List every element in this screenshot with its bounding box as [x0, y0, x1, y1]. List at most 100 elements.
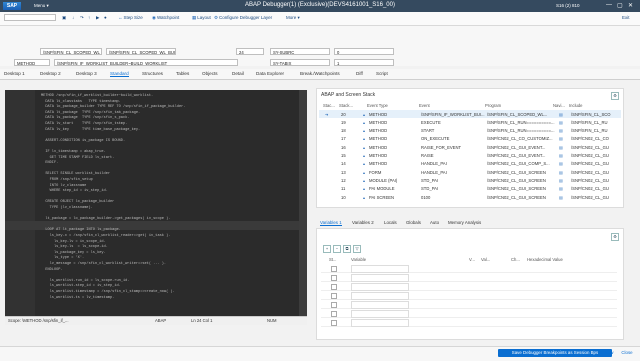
stack-col-stac[interactable]: Stac... [323, 103, 335, 108]
tab-locals[interactable]: Locals [384, 220, 397, 225]
variable-name-input[interactable] [351, 310, 409, 318]
var-copy-icon[interactable]: ⧉ [343, 245, 351, 253]
command-field[interactable] [4, 14, 56, 21]
tab-data-explorer[interactable]: Data Explorer [256, 71, 284, 76]
code-line[interactable]: WHERE step_id = iv_step_id. [41, 189, 108, 193]
variable-row[interactable] [321, 310, 617, 318]
code-line[interactable]: ls_worklist-timestamp = /snp/sfin_cl_sta… [41, 290, 175, 294]
variable-name-input[interactable] [351, 274, 409, 282]
variable-row[interactable] [321, 319, 617, 327]
var-settings-icon[interactable]: ⚙ [611, 233, 619, 241]
code-line[interactable]: ls_worklist-run_id = ls_scope-run_id. [41, 279, 130, 283]
code-line[interactable]: ls_key-ls = ls_scope-id. [41, 245, 108, 249]
var-delete-icon[interactable]: − [333, 245, 341, 253]
tab-variables-2[interactable]: Variables 2 [352, 220, 374, 225]
variable-row-checkbox[interactable] [331, 320, 337, 326]
save-icon[interactable]: ▣ [62, 15, 66, 21]
code-line[interactable]: ls_key-x = /snp/sfin_cl_worklist_reader=… [41, 234, 171, 238]
watchpoint-button[interactable]: ◉Watchpoint [152, 15, 179, 21]
sysvar2-value[interactable]: 1 [334, 59, 394, 66]
variable-row[interactable] [321, 274, 617, 282]
variable-row[interactable] [321, 301, 617, 309]
var-add-icon[interactable]: + [323, 245, 331, 253]
stack-col-navi[interactable]: Navi... [553, 103, 565, 108]
code-line[interactable]: SELECT SINGLE worklist_builder [41, 172, 110, 176]
stack-row[interactable]: 12 ▴ MODULE (PAI) STD_PAI/SNP/CN02_CL_GUI_S… [319, 176, 621, 184]
code-line[interactable]: METHOD /snp/sfin_if_worklist_builder~bui… [41, 94, 153, 98]
variable-row-checkbox[interactable] [331, 302, 337, 308]
code-line[interactable]: DATA lo_package_builder TYPE REF TO /snp… [41, 105, 185, 109]
code-line[interactable]: DATA ls_package TYPE /snp/sfin_s_pack. [41, 116, 129, 120]
tab-desktop-1[interactable]: Desktop 1 [4, 71, 25, 76]
sysvar1-value[interactable]: 0 [334, 48, 394, 55]
stack-row[interactable]: 17 ▴ METHOD ON_EXECUTE/SNP/CN02_CL_CO_CUSTO… [319, 135, 621, 143]
stack-row[interactable]: ➔ 20 ▴ METHOD/SNP/SFIN_IF_WORKLIST_BUI.../S… [319, 110, 621, 118]
tab-structures[interactable]: Structures [142, 71, 163, 76]
tab-standard[interactable]: Standard [110, 71, 129, 77]
code-line[interactable]: CREATE OBJECT lo_package_builder [41, 200, 114, 204]
continue-icon[interactable]: ▶ [96, 15, 99, 21]
event-type-field[interactable]: METHOD [14, 59, 50, 66]
tab-script[interactable]: Script [376, 71, 388, 76]
tab-auto[interactable]: Auto [430, 220, 439, 225]
stack-row[interactable]: 15 ▴ METHOD RAISE/SNP/CN02_CL_GUI_EVENT... ▤… [319, 152, 621, 160]
code-line[interactable]: ls_key-lv = iv_scope_id. [41, 240, 106, 244]
code-line[interactable]: FROM /snp/sfin_setup [41, 178, 93, 182]
tab-memory-analysis[interactable]: Memory Analysis [448, 220, 481, 225]
maximize-icon[interactable]: ▢ [617, 2, 623, 9]
sysvar1-field[interactable]: SY-SUBRC [270, 48, 330, 55]
stack-col-program[interactable]: Program [485, 103, 501, 108]
new-button[interactable]: New [602, 349, 616, 357]
stack-row[interactable]: 18 ▴ METHOD START/SNP/SFIN_CL_RUN==========… [319, 127, 621, 135]
exit-button[interactable]: Exit [622, 15, 630, 20]
code-line[interactable]: ls_package_key = ls_key. [41, 251, 106, 255]
tab-variables-1[interactable]: Variables 1 [320, 220, 342, 226]
tab-diff[interactable]: Diff [356, 71, 363, 76]
minimize-icon[interactable]: — [606, 2, 612, 8]
close-icon[interactable]: ✕ [628, 2, 633, 9]
tab-desktop-2[interactable]: Desktop 2 [40, 71, 61, 76]
tab-breakpoints[interactable]: Break./Watchpoints [300, 71, 340, 76]
stack-col-stack[interactable]: Stack... [339, 103, 353, 108]
code-line[interactable]: DATA lt_package TYPE /snp/sfin_tab_packa… [41, 111, 140, 115]
layout-button[interactable]: ▦Layout [192, 15, 211, 21]
breakpoint-icon[interactable]: ● [104, 15, 107, 20]
save-breakpoints-button[interactable]: Save Debugger Breakpoints as Session Bps [498, 349, 612, 357]
var-col-status[interactable]: St... [329, 257, 336, 262]
tab-globals[interactable]: Globals [406, 220, 421, 225]
step-into-icon[interactable]: ↓ [72, 15, 74, 20]
code-line[interactable]: IF lv_timestamp = abap_true. [41, 150, 105, 154]
var-col-value[interactable]: Val... [481, 257, 490, 262]
tab-desktop-3[interactable]: Desktop 3 [76, 71, 97, 76]
more-button[interactable]: More ▾ [286, 15, 300, 21]
code-line[interactable]: ENDIF. [41, 161, 58, 165]
variable-row-checkbox[interactable] [331, 275, 337, 281]
var-col-variable[interactable]: Variable [351, 257, 366, 262]
code-line[interactable]: ENDLOOP. [41, 268, 62, 272]
variable-row[interactable] [321, 283, 617, 291]
step-over-icon[interactable]: ↷ [80, 15, 84, 21]
variable-row-checkbox[interactable] [331, 311, 337, 317]
code-line[interactable]: TYPE (lv_classname). [41, 206, 93, 210]
sysvar2-field[interactable]: SY-TABIX [270, 59, 330, 66]
stack-row[interactable]: 14 ▴ METHOD HANDLE_PAI/SNP/CN02_CL_GUI_COMP… [319, 160, 621, 168]
close-button[interactable]: Close [618, 349, 636, 357]
code-line[interactable]: GET TIME STAMP FIELD lv_start. [41, 156, 115, 160]
line-field[interactable]: 24 [236, 48, 264, 55]
code-line[interactable]: ASSERT-CONDITION is_package IS BOUND. [41, 139, 125, 143]
var-filter-icon[interactable]: ▽ [353, 245, 361, 253]
event-field[interactable]: /SNP/SFIN_IF_WORKLIST_BUILDER~BUILD_WORK… [54, 59, 238, 66]
code-line[interactable]: lv_message = /snp/sfin_cl_worklist_write… [41, 262, 166, 266]
stack-row[interactable]: 16 ▴ METHOD RAISE_FOR_EVENT/SNP/CN02_CL_GUI… [319, 143, 621, 151]
tab-tables[interactable]: Tables [176, 71, 189, 76]
code-scrollbar[interactable] [299, 90, 307, 316]
code-line[interactable]: INTO lv_classname [41, 184, 87, 188]
tab-objects[interactable]: Objects [202, 71, 218, 76]
variable-row[interactable] [321, 292, 617, 300]
configure-layer-button[interactable]: ⚙Configure Debugger Layer [214, 15, 272, 21]
stack-row[interactable]: 11 ▴ PAI MODULE STD_PAI/SNP/CN02_CL_GUI_SCR… [319, 185, 621, 193]
variable-name-input[interactable] [351, 265, 409, 273]
var-col-hex[interactable]: Hexadecimal Value [527, 257, 563, 262]
stack-col-event-type[interactable]: Event Type [367, 103, 388, 108]
include-field[interactable]: /SNP/SFIN_CL_SCOPED_WL_BUILDERCM001 [106, 48, 176, 55]
